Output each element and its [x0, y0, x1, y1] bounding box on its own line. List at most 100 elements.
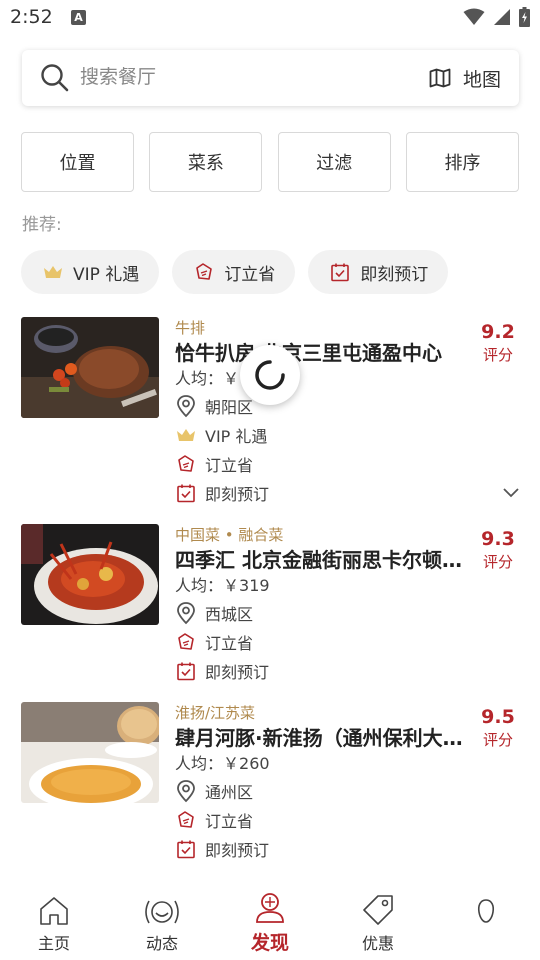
perk-row: 订立省 — [175, 449, 475, 478]
map-label: 地图 — [462, 68, 501, 91]
cuisine-label: 淮扬/江苏菜 — [175, 704, 256, 722]
perk-label: 订立省 — [205, 811, 254, 831]
district-row: 西城区 — [175, 598, 475, 627]
location-pin-icon — [177, 394, 195, 417]
perk-row: 订立省 — [175, 805, 475, 834]
search-input[interactable] — [80, 62, 340, 92]
chip-vip[interactable]: VIP 礼遇 — [21, 250, 160, 294]
perk-row: 即刻预订 — [175, 656, 475, 685]
cuisine-label: 中国菜 • 融合菜 — [175, 526, 284, 544]
nav-profile[interactable] — [432, 886, 540, 960]
restaurant-card[interactable]: 中国菜 • 融合菜 四季汇 北京金融街丽思卡尔顿酒店 人均：￥319 西城区 订… — [0, 524, 540, 689]
coupon-icon — [363, 895, 393, 925]
home-icon — [40, 897, 68, 925]
tag-icon — [178, 632, 194, 650]
restaurant-photo — [21, 702, 159, 803]
chip-label: 即刻预订 — [360, 264, 429, 285]
price-value: 260 — [239, 754, 270, 773]
perk-row: 即刻预订 — [175, 834, 475, 863]
restaurant-info: 牛排 恰牛扒房 北京三里屯通盈中心 人均：￥ 朝阳区 VIP 礼遇 订立省 即刻… — [175, 317, 475, 507]
chip-instant-booking[interactable]: 即刻预订 — [308, 250, 449, 294]
chevron-down-icon[interactable] — [502, 487, 520, 499]
restaurant-photo — [21, 317, 159, 418]
chip-label: VIP 礼遇 — [73, 264, 140, 285]
calendar-check-icon — [177, 840, 195, 858]
calendar-check-icon — [331, 263, 350, 282]
nav-offers[interactable]: 优惠 — [324, 886, 432, 960]
nav-label: 主页 — [37, 934, 70, 953]
price-row: 人均：￥ — [175, 367, 475, 391]
rating: 9.3 评分 — [478, 526, 518, 572]
nav-feed[interactable]: 动态 — [108, 886, 216, 960]
status-icons — [463, 7, 530, 27]
crown-icon — [44, 266, 62, 278]
restaurant-name: 恰牛扒房 北京三里屯通盈中心 — [175, 341, 442, 365]
status-bar: 2:52 A — [0, 0, 540, 36]
search-bar: 地图 — [22, 50, 519, 106]
filter-location-button[interactable]: 位置 — [21, 132, 134, 192]
tag-icon — [178, 454, 194, 472]
rating: 9.5 评分 — [478, 704, 518, 750]
rating-value: 9.5 — [481, 706, 515, 728]
perk-label: 即刻预订 — [205, 662, 270, 682]
tag-icon — [196, 263, 213, 280]
perk-label: 订立省 — [205, 633, 254, 653]
profile-icon — [477, 899, 495, 923]
tag-icon — [178, 810, 194, 828]
cuisine-label: 牛排 — [175, 319, 206, 337]
crown-icon — [177, 428, 195, 441]
filter-filter-button[interactable]: 过滤 — [277, 132, 391, 192]
location-pin-icon — [177, 779, 195, 802]
recommend-label: 推荐: — [22, 215, 62, 235]
calendar-check-icon — [177, 484, 195, 502]
filter-cuisine-button[interactable]: 菜系 — [149, 132, 263, 192]
recommend-chips: VIP 礼遇 订立省 即刻预订 — [21, 250, 449, 294]
nav-home[interactable]: 主页 — [0, 886, 108, 960]
nav-label: 发现 — [250, 932, 289, 954]
perk-row: VIP 礼遇 — [175, 420, 475, 449]
restaurant-name: 肆月河豚·新淮扬（通州保利大都会） — [175, 726, 465, 750]
district-label: 朝阳区 — [205, 397, 254, 417]
perk-label: VIP 礼遇 — [205, 426, 268, 446]
location-pin-icon — [177, 601, 195, 624]
district-label: 通州区 — [205, 782, 254, 802]
perk-row: 订立省 — [175, 627, 475, 656]
rating-label: 评分 — [482, 731, 513, 749]
price-currency: ￥ — [223, 369, 240, 388]
calendar-check-icon — [177, 662, 195, 680]
restaurant-info: 淮扬/江苏菜 肆月河豚·新淮扬（通州保利大都会） 人均：￥260 通州区 订立省… — [175, 702, 475, 863]
price-label: 人均： — [175, 369, 224, 388]
loading-spinner — [240, 345, 300, 405]
rating-value: 9.2 — [481, 321, 515, 343]
chip-save[interactable]: 订立省 — [172, 250, 296, 294]
restaurant-photo — [21, 524, 159, 625]
district-row: 朝阳区 — [175, 391, 475, 420]
spinner-icon — [255, 360, 285, 390]
nav-label: 优惠 — [361, 934, 394, 953]
price-currency: ￥ — [223, 576, 240, 595]
price-value: 319 — [239, 576, 270, 595]
nav-discover[interactable]: 发现 — [216, 886, 324, 960]
district-label: 西城区 — [205, 604, 254, 624]
price-currency: ￥ — [223, 754, 240, 773]
chip-label: 订立省 — [224, 264, 276, 285]
discover-icon — [256, 893, 284, 923]
rating-label: 评分 — [482, 346, 513, 364]
filter-sort-button[interactable]: 排序 — [405, 132, 519, 192]
map-button[interactable]: 地图 — [429, 63, 501, 93]
restaurant-card[interactable]: 淮扬/江苏菜 肆月河豚·新淮扬（通州保利大都会） 人均：￥260 通州区 订立省… — [0, 702, 540, 867]
rating: 9.2 评分 — [478, 319, 518, 365]
perk-row: 即刻预订 — [175, 478, 475, 507]
battery-icon — [519, 7, 530, 27]
search-icon — [41, 64, 69, 92]
perk-label: 订立省 — [205, 455, 254, 475]
price-row: 人均：￥260 — [175, 752, 475, 776]
wifi-icon — [463, 8, 485, 25]
notification-app-icon: A — [71, 10, 86, 25]
filter-bar: 位置 菜系 过滤 排序 — [21, 132, 519, 192]
rating-value: 9.3 — [481, 528, 515, 550]
rating-label: 评分 — [482, 553, 513, 571]
perk-label: 即刻预订 — [205, 840, 270, 860]
feed-icon — [145, 900, 179, 924]
price-label: 人均： — [175, 754, 224, 773]
